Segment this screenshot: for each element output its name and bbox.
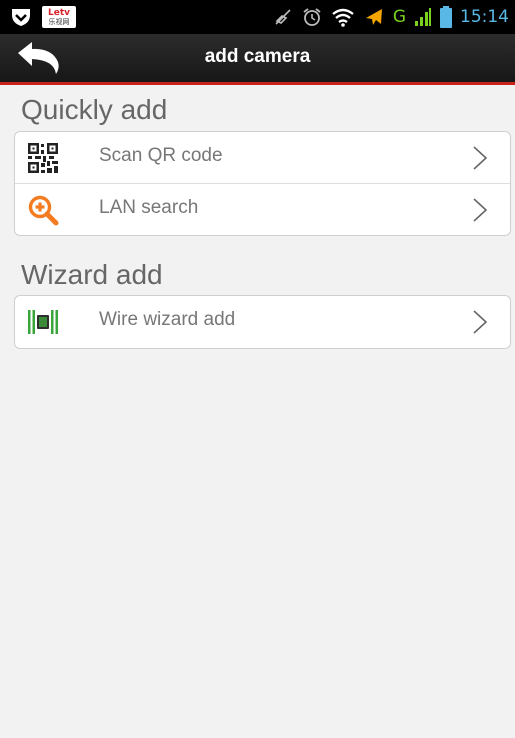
scan-qr-code-item[interactable]: Scan QR code bbox=[15, 132, 510, 183]
page-title: add camera bbox=[204, 46, 311, 67]
letv-badge-subtext: 乐视网 bbox=[48, 18, 70, 26]
chevron-right-icon bbox=[473, 198, 488, 222]
mute-icon bbox=[275, 9, 291, 25]
wire-wizard-add-item[interactable]: Wire wizard add bbox=[15, 296, 510, 347]
alarm-icon bbox=[303, 8, 321, 26]
wire-camera-icon bbox=[28, 310, 58, 334]
qr-code-icon bbox=[28, 143, 58, 173]
airplane-icon bbox=[365, 9, 382, 25]
scan-qr-code-label: Scan QR code bbox=[99, 145, 223, 166]
magnify-plus-icon bbox=[28, 195, 59, 226]
letv-app-icon: Letv 乐视网 bbox=[42, 6, 76, 28]
network-type-label: G bbox=[392, 7, 406, 27]
chevron-right-icon bbox=[473, 146, 488, 170]
section-title-quickly-add: Quickly add bbox=[21, 94, 168, 125]
clock-time: 15:14 bbox=[460, 7, 509, 27]
lan-search-item[interactable]: LAN search bbox=[15, 183, 510, 235]
wire-wizard-add-label: Wire wizard add bbox=[99, 309, 236, 330]
chevron-right-icon bbox=[473, 310, 488, 334]
title-bar: add camera bbox=[0, 34, 515, 85]
battery-icon bbox=[440, 6, 452, 28]
status-bar: Letv 乐视网 G 15:14 bbox=[0, 0, 515, 34]
wizard-add-group: Wire wizard add bbox=[14, 295, 511, 349]
wifi-icon bbox=[332, 8, 354, 27]
shield-notification-icon bbox=[12, 9, 30, 26]
letv-badge-text: Letv bbox=[47, 8, 70, 18]
signal-icon bbox=[415, 8, 431, 26]
section-title-wizard-add: Wizard add bbox=[21, 259, 163, 290]
lan-search-label: LAN search bbox=[99, 197, 199, 218]
quickly-add-group: Scan QR code LAN search bbox=[14, 131, 511, 236]
